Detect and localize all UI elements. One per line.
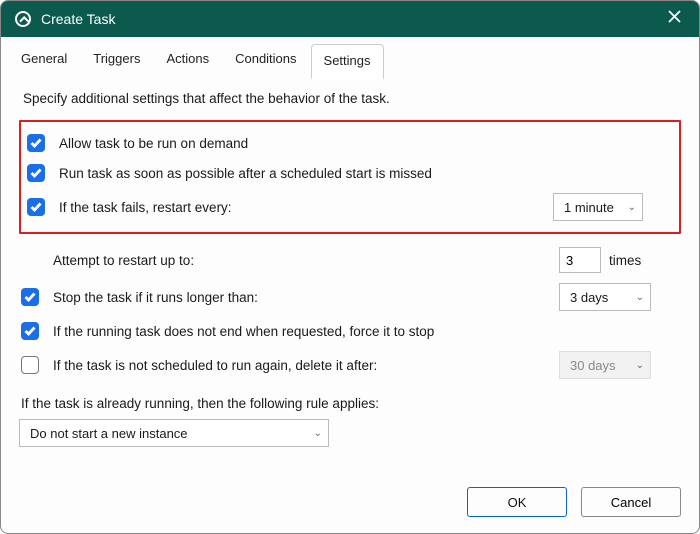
checkbox-run-asap[interactable] [27,164,45,182]
dropdown-delete-after: 30 days ⌄ [559,351,651,379]
tab-general[interactable]: General [9,43,79,78]
label-delete-after: If the task is not scheduled to run agai… [53,358,559,373]
label-allow-on-demand: Allow task to be run on demand [59,136,673,151]
dropdown-delete-after-value: 30 days [570,358,616,373]
create-task-window: Create Task General Triggers Actions Con… [0,0,700,534]
ok-button[interactable]: OK [467,487,567,517]
label-run-asap: Run task as soon as possible after a sch… [59,166,673,181]
chevron-down-icon: ⌄ [636,292,644,303]
tab-conditions[interactable]: Conditions [223,43,308,78]
settings-panel: Specify additional settings that affect … [1,79,699,477]
panel-description: Specify additional settings that affect … [23,91,677,106]
tab-triggers[interactable]: Triggers [81,43,152,78]
label-attempt-suffix: times [609,253,641,268]
chevron-down-icon: ⌄ [628,202,636,213]
chevron-down-icon: ⌄ [314,428,322,439]
clock-icon [15,11,31,27]
dropdown-running-rule-value: Do not start a new instance [30,426,188,441]
tab-actions[interactable]: Actions [154,43,221,78]
checkbox-force-stop[interactable] [21,322,39,340]
checkbox-stop-longer[interactable] [21,288,39,306]
label-restart-every: If the task fails, restart every: [59,200,553,215]
dropdown-restart-interval-value: 1 minute [564,200,614,215]
dropdown-running-rule[interactable]: Do not start a new instance ⌄ [19,419,329,447]
dropdown-stop-duration-value: 3 days [570,290,608,305]
highlight-annotation: Allow task to be run on demand Run task … [19,120,681,234]
label-running-rule: If the task is already running, then the… [21,396,679,411]
chevron-down-icon: ⌄ [636,360,644,371]
close-button[interactable] [663,10,685,28]
label-attempt-count: Attempt to restart up to: [53,253,559,268]
dropdown-stop-duration[interactable]: 3 days ⌄ [559,283,651,311]
titlebar: Create Task [1,1,699,37]
tab-settings[interactable]: Settings [311,44,384,79]
tab-strip: General Triggers Actions Conditions Sett… [1,37,699,79]
label-force-stop: If the running task does not end when re… [53,324,679,339]
checkbox-delete-after[interactable] [21,356,39,374]
checkbox-restart-every[interactable] [27,198,45,216]
dialog-footer: OK Cancel [1,477,699,533]
checkbox-allow-on-demand[interactable] [27,134,45,152]
label-stop-longer: Stop the task if it runs longer than: [53,290,559,305]
window-title: Create Task [41,11,663,27]
input-attempt-count[interactable] [559,247,601,273]
dropdown-restart-interval[interactable]: 1 minute ⌄ [553,193,643,221]
cancel-button[interactable]: Cancel [581,487,681,517]
